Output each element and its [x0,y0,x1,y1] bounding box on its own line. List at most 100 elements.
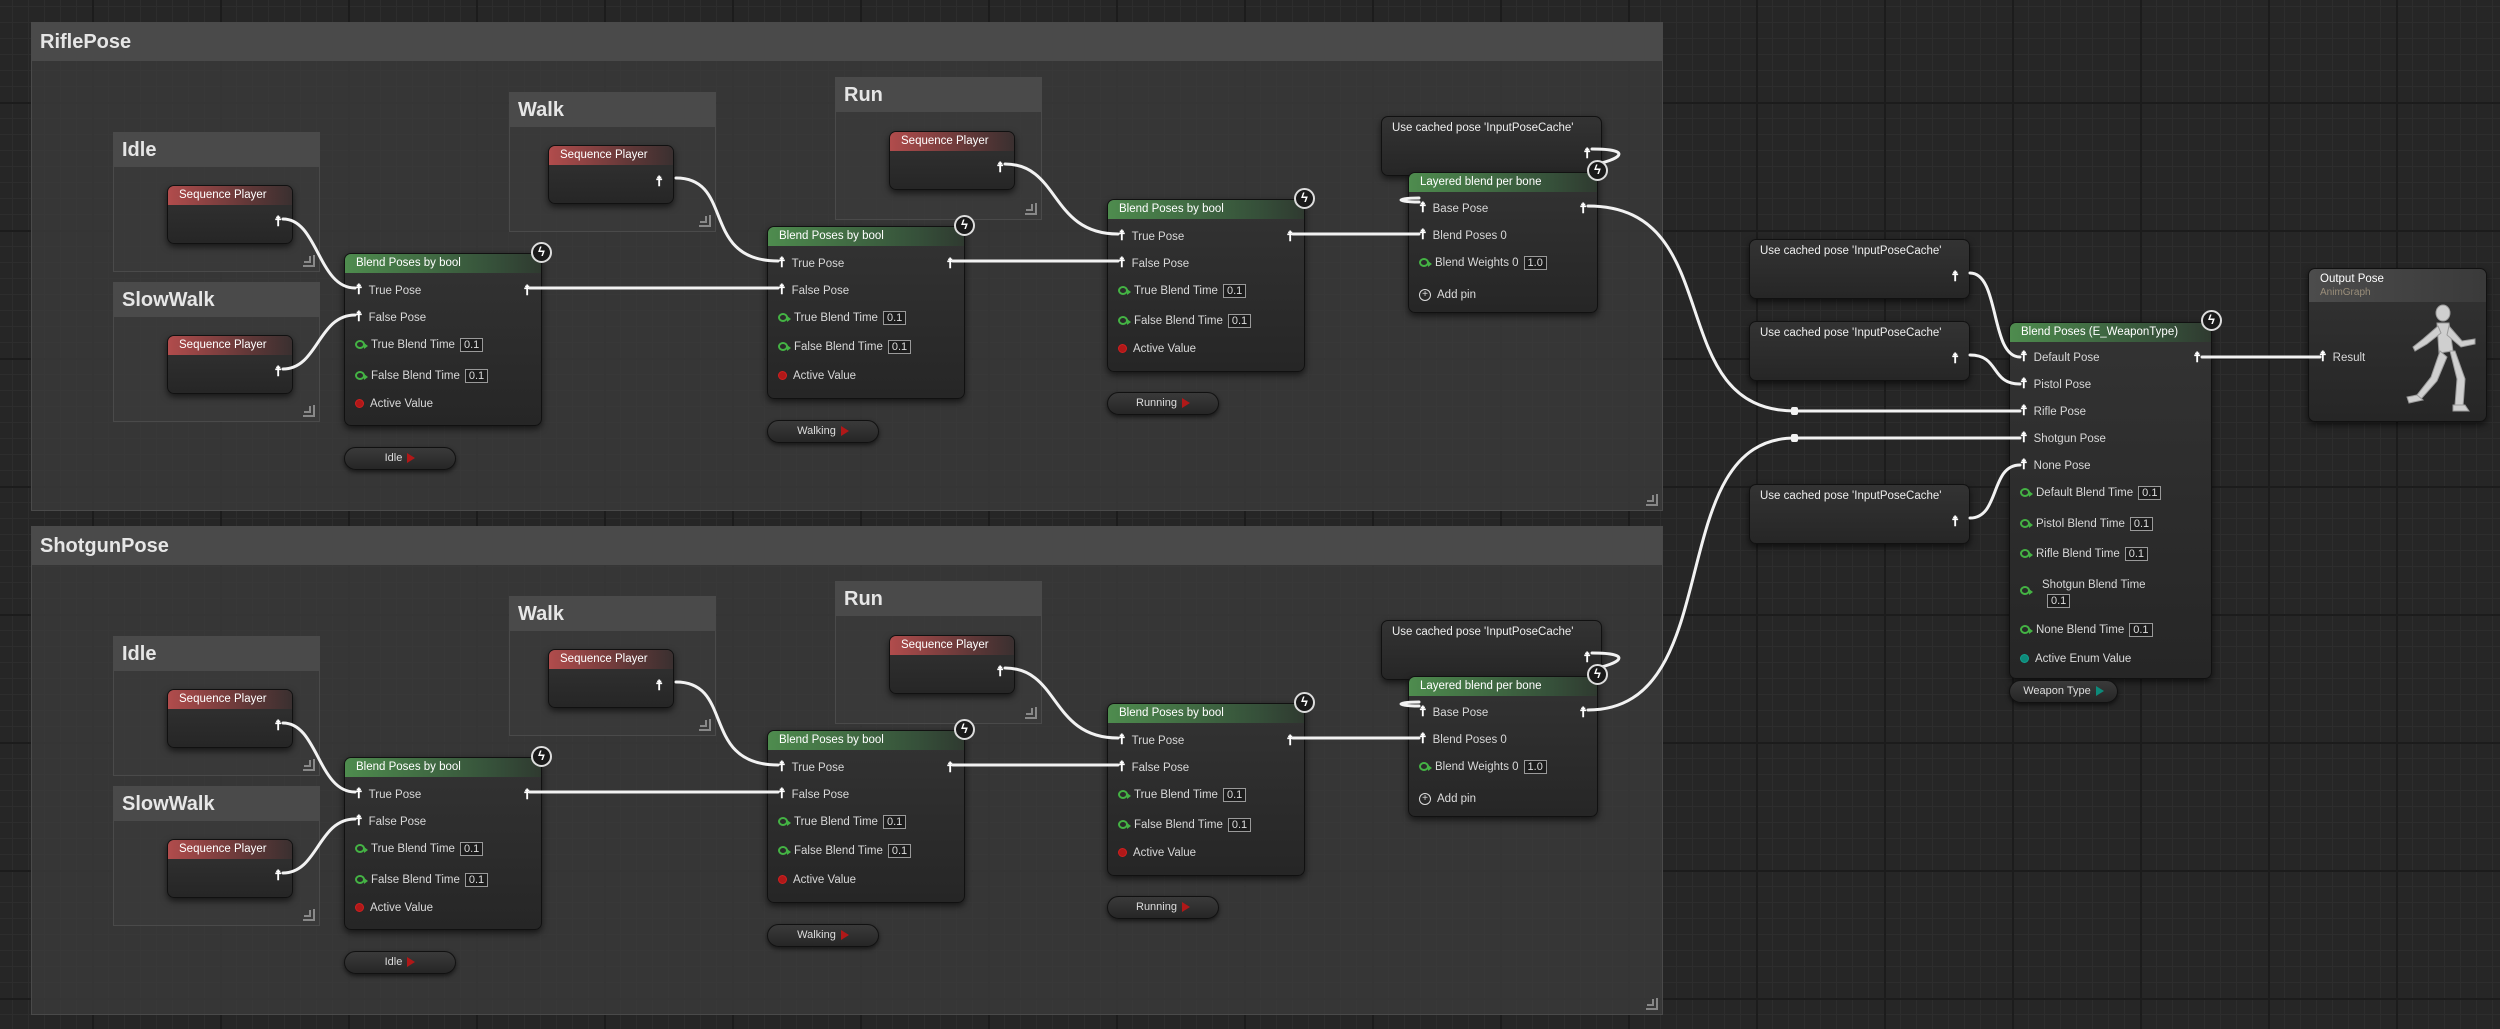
resize-icon[interactable] [1646,494,1658,506]
pose-person-icon[interactable]: ☨ [274,364,282,378]
value-field[interactable]: 0.1 [464,368,489,383]
value-field[interactable]: 0.1 [459,337,484,352]
sequence-player-node[interactable]: Sequence Player ☨ [167,839,293,898]
resize-icon[interactable] [1025,707,1037,719]
pose-person-icon[interactable]: ☨ [655,678,663,692]
pose-person-icon[interactable]: ☨ [1951,351,1959,365]
value-field[interactable]: 0.1 [464,872,489,887]
value-field[interactable]: 0.1 [887,339,912,354]
value-field[interactable]: 1.0 [1523,759,1547,774]
pose-person-icon[interactable]: ☨ [2020,456,2028,472]
resize-icon[interactable] [303,405,315,417]
value-field[interactable]: 0.1 [1227,313,1252,328]
bool-pin-icon[interactable] [1118,848,1127,858]
blend-by-bool-node[interactable]: Blend Poses by bool ☨ True Pose ☨ ☨ False … [344,757,542,930]
resize-icon[interactable] [1646,998,1658,1010]
pose-person-icon[interactable]: ☨ [2319,348,2327,364]
value-field[interactable]: 0.1 [1222,787,1247,802]
pose-person-icon[interactable]: ☨ [778,281,786,297]
pose-person-icon[interactable]: ☨ [355,308,363,324]
variable-weapon-type[interactable]: Weapon Type [2009,680,2118,703]
pose-person-icon[interactable]: ☨ [1118,254,1126,270]
resize-icon[interactable] [699,719,711,731]
bool-pin-icon[interactable] [355,903,364,913]
float-pin-icon[interactable] [1118,820,1131,830]
float-pin-icon[interactable] [2020,488,2033,498]
pose-person-icon[interactable]: ☨ [946,760,954,774]
float-pin-icon[interactable] [1118,316,1131,326]
pose-person-icon[interactable]: ☨ [1419,730,1427,746]
sequence-player-node[interactable]: Sequence Player ☨ [548,145,674,204]
resize-icon[interactable] [303,909,315,921]
bool-pin-icon[interactable] [778,371,787,381]
float-pin-icon[interactable] [2020,586,2033,595]
variable-running[interactable]: Running [1107,392,1219,415]
pose-person-icon[interactable]: ☨ [2193,350,2201,364]
float-pin-icon[interactable] [355,844,368,854]
sequence-player-node[interactable]: Sequence Player ☨ [889,131,1015,190]
pose-person-icon[interactable]: ☨ [2020,348,2028,364]
pose-person-icon[interactable]: ☨ [1118,758,1126,774]
bool-pin-icon[interactable] [1118,344,1127,354]
pose-person-icon[interactable]: ☨ [778,758,786,774]
value-field[interactable]: 0.1 [459,841,484,856]
float-pin-icon[interactable] [778,817,791,827]
pose-person-icon[interactable]: ☨ [996,664,1004,678]
float-pin-icon[interactable] [778,313,791,323]
pose-person-icon[interactable]: ☨ [946,256,954,270]
sequence-player-node[interactable]: Sequence Player ☨ [548,649,674,708]
pose-person-icon[interactable]: ☨ [1419,703,1427,719]
layered-blend-node[interactable]: Layered blend per bone ☨ Base Pose ☨ ☨ Ble… [1408,172,1598,313]
blend-by-bool-node[interactable]: Blend Poses by bool ☨ True Pose ☨ ☨ False … [344,253,542,426]
resize-icon[interactable] [1025,203,1037,215]
float-pin-icon[interactable] [1118,790,1131,800]
blend-by-enum-node[interactable]: Blend Poses (E_WeaponType) ☨ Default Pose… [2009,322,2212,679]
resize-icon[interactable] [699,215,711,227]
blend-by-bool-node[interactable]: Blend Poses by bool ☨ True Pose ☨ ☨ False … [767,730,965,903]
value-field[interactable]: 0.1 [2124,546,2149,561]
float-pin-icon[interactable] [1419,762,1432,772]
cached-pose-node[interactable]: Use cached pose 'InputPoseCache' ☨ [1381,116,1602,176]
pose-person-icon[interactable]: ☨ [655,174,663,188]
variable-running[interactable]: Running [1107,896,1219,919]
pose-person-icon[interactable]: ☨ [1118,227,1126,243]
pose-person-icon[interactable]: ☨ [274,214,282,228]
value-field[interactable]: 0.1 [1222,283,1247,298]
pose-person-icon[interactable]: ☨ [1579,201,1587,215]
pose-person-icon[interactable]: ☨ [2020,375,2028,391]
bool-pin-icon[interactable] [355,399,364,409]
pose-person-icon[interactable]: ☨ [355,281,363,297]
value-field[interactable]: 1.0 [1523,255,1547,270]
resize-icon[interactable] [303,759,315,771]
bool-pin-icon[interactable] [778,875,787,885]
pose-person-icon[interactable]: ☨ [1419,199,1427,215]
cached-pose-node[interactable]: Use cached pose 'InputPoseCache' ☨ [1749,484,1970,544]
output-pose-node[interactable]: Output Pose AnimGraph ☨ Result [2308,268,2487,422]
value-field[interactable]: 0.1 [887,843,912,858]
sequence-player-node[interactable]: Sequence Player ☨ [167,335,293,394]
add-pin-button[interactable]: + Add pin [1419,289,1476,301]
pose-person-icon[interactable]: ☨ [1286,229,1294,243]
add-pin-button[interactable]: + Add pin [1419,793,1476,805]
value-field[interactable]: 0.1 [2129,622,2153,637]
pose-person-icon[interactable]: ☨ [778,254,786,270]
value-field[interactable]: 0.1 [2129,516,2154,531]
pose-person-icon[interactable]: ☨ [996,160,1004,174]
float-pin-icon[interactable] [1118,286,1131,296]
pose-person-icon[interactable]: ☨ [2020,402,2028,418]
float-pin-icon[interactable] [1419,258,1432,268]
pose-person-icon[interactable]: ☨ [1579,705,1587,719]
cached-pose-node[interactable]: Use cached pose 'InputPoseCache' ☨ [1381,620,1602,680]
sequence-player-node[interactable]: Sequence Player ☨ [167,689,293,748]
pose-person-icon[interactable]: ☨ [274,718,282,732]
pose-person-icon[interactable]: ☨ [1951,269,1959,283]
float-pin-icon[interactable] [2020,549,2033,559]
float-pin-icon[interactable] [778,846,791,856]
pose-person-icon[interactable]: ☨ [1286,733,1294,747]
float-pin-icon[interactable] [355,875,368,885]
variable-walking[interactable]: Walking [767,924,879,947]
float-pin-icon[interactable] [355,340,368,350]
blend-by-bool-node[interactable]: Blend Poses by bool ☨ True Pose ☨ ☨ False … [767,226,965,399]
pose-person-icon[interactable]: ☨ [355,812,363,828]
float-pin-icon[interactable] [2020,519,2033,529]
